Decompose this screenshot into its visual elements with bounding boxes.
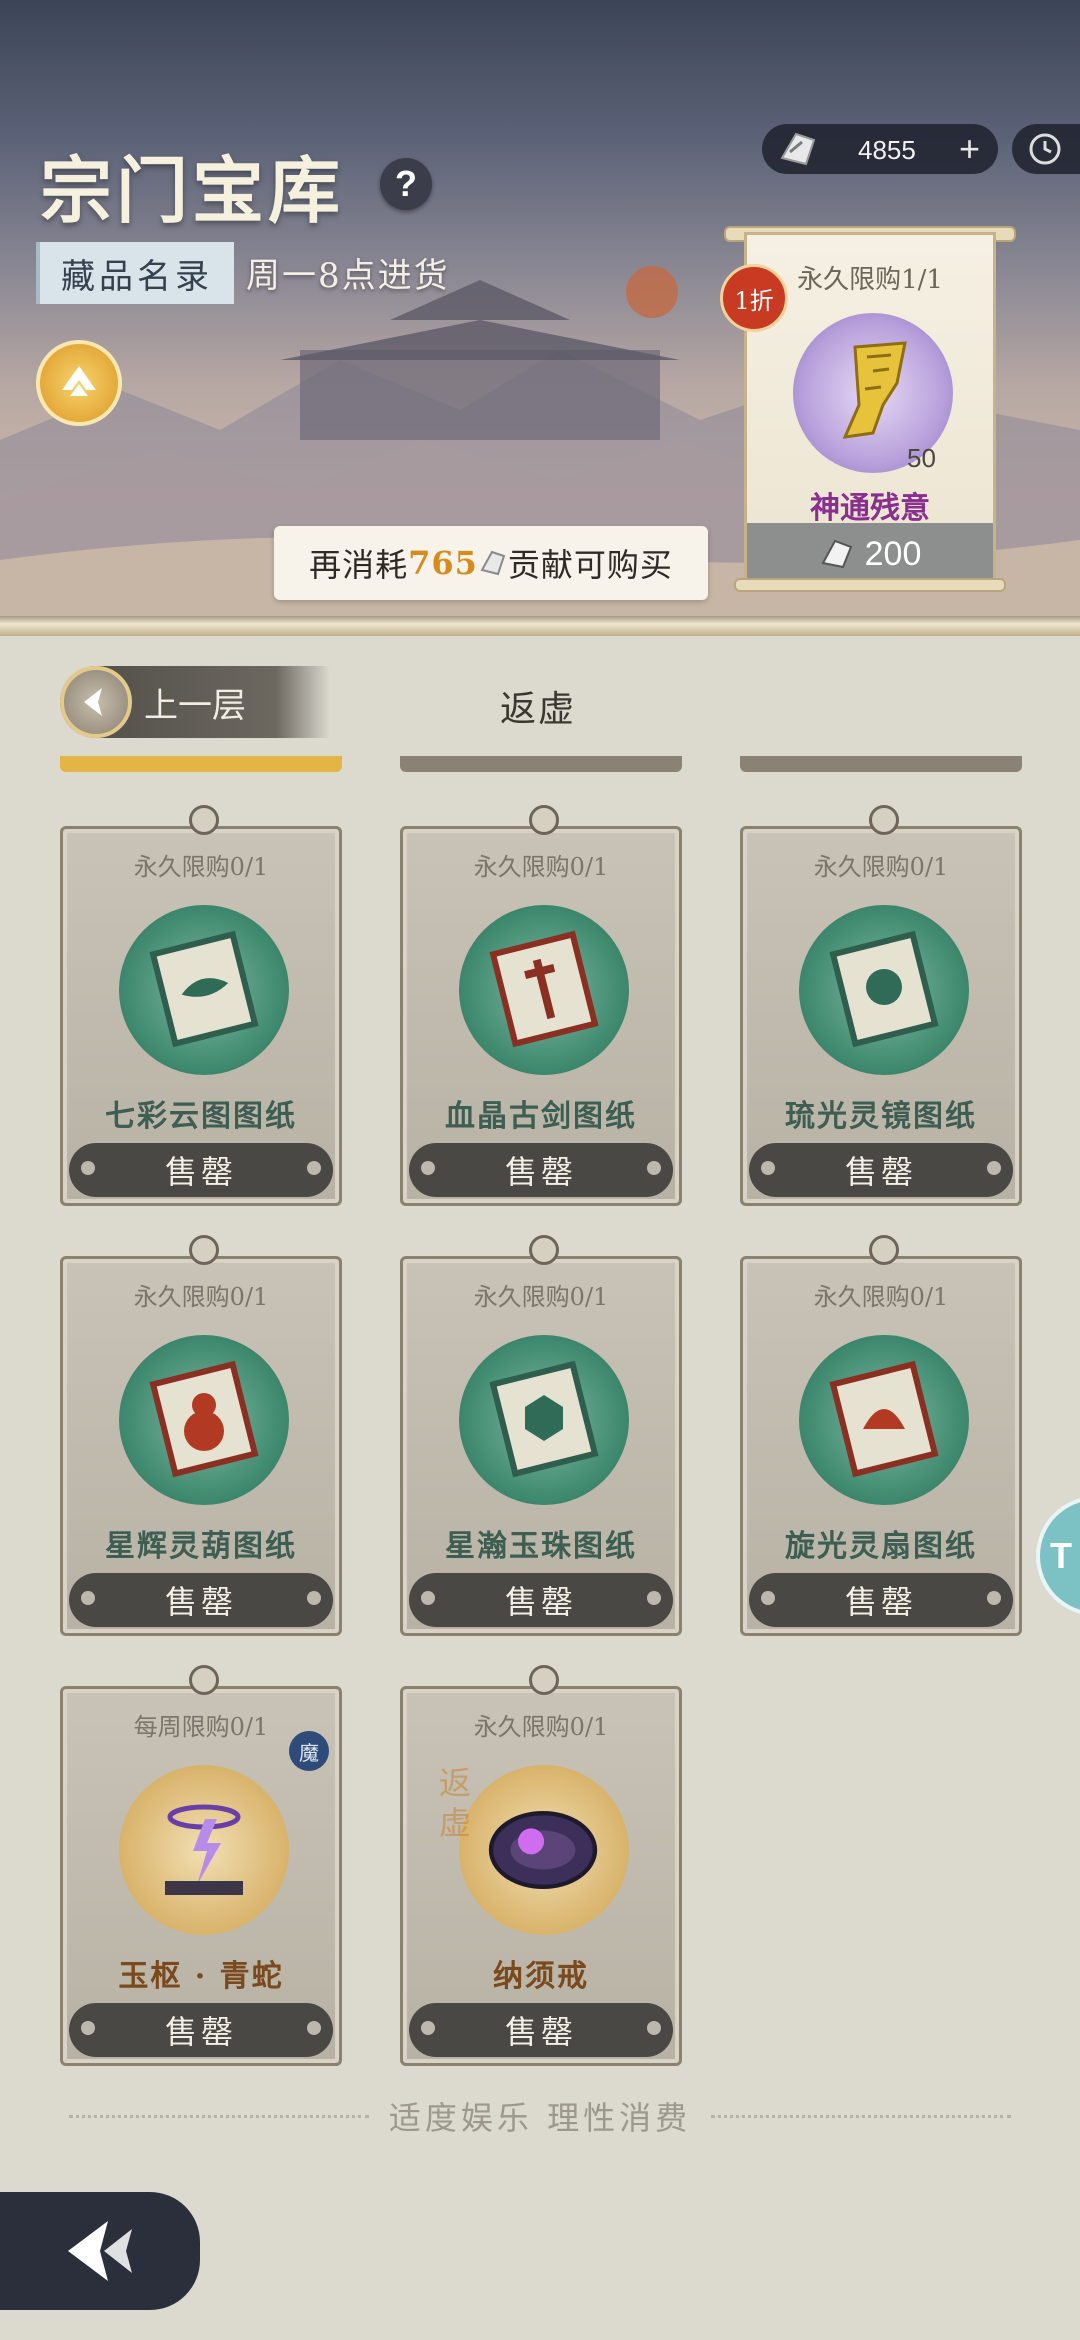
clock-icon (1029, 133, 1061, 165)
arrow-up-icon (62, 366, 96, 396)
item-card[interactable]: 每周限购0/1 魔 玉枢 · 青蛇 售罄 (60, 1665, 342, 2066)
item-card[interactable]: 永久限购0/1 血晶古剑图纸 售罄 (400, 805, 682, 1206)
item-name: 玉枢 · 青蛇 (118, 1959, 284, 1994)
previous-row-edge (400, 756, 682, 772)
card-hook (189, 1665, 219, 1695)
item-card[interactable]: 永久限购0/1 返虚 纳须戒 售罄 (400, 1665, 682, 2066)
store-header: 宗门宝库 ? 藏品名录 周一8点进货 4855 + 再消耗 765 贡献可购买 … (0, 0, 1080, 620)
contribution-currency: 4855 + (762, 124, 998, 174)
card-hook (529, 805, 559, 835)
back-arrow-icon (60, 666, 132, 738)
sold-out-button[interactable]: 售罄 (409, 1573, 673, 1627)
item-list-panel: 上一层 返虚 永久限购0/1 七彩云图图纸 售罄 永久限购0/1 血晶古剑图纸 … (0, 636, 1080, 2340)
responsible-gaming-notice: 适度娱乐 理性消费 (0, 2096, 1080, 2137)
card-hook (869, 805, 899, 835)
purchase-limit: 永久限购0/1 (133, 1283, 269, 1311)
realm-watermark: 返虚 (439, 1764, 472, 1842)
blueprint-scroll-icon (489, 930, 599, 1048)
blueprint-scroll-icon (149, 1360, 259, 1478)
requirement-amount: 765 (408, 544, 478, 582)
card-hook (189, 1235, 219, 1265)
contribution-coin-icon (821, 539, 852, 569)
current-floor-name: 返虚 (500, 689, 577, 730)
card-hook (529, 1665, 559, 1695)
contribution-coin-icon (480, 550, 506, 576)
previous-row-edge (60, 756, 342, 772)
page-title: 宗门宝库 (40, 148, 345, 233)
purchase-limit: 永久限购0/1 (813, 853, 949, 881)
previous-floor-label: 上一层 (144, 685, 246, 726)
discount-badge: 1折 (720, 264, 788, 332)
purchase-requirement-banner: 再消耗 765 贡献可购买 (274, 526, 708, 600)
item-name: 七彩云图图纸 (105, 1099, 297, 1134)
previous-row-edge (740, 756, 1022, 772)
blueprint-scroll-icon (829, 1360, 939, 1478)
back-button[interactable] (0, 2192, 200, 2310)
item-name: 星辉灵葫图纸 (105, 1529, 297, 1564)
storage-ring-icon (488, 1811, 598, 1889)
item-name: 纳须戒 (493, 1959, 589, 1994)
item-name: 旋光灵扇图纸 (785, 1529, 977, 1564)
item-name: 血晶古剑图纸 (445, 1099, 637, 1134)
back-arrow-icon (68, 2221, 132, 2281)
requirement-suffix: 贡献可购买 (507, 546, 673, 584)
featured-name: 神通残意 (810, 491, 930, 526)
purchase-limit: 永久限购0/1 (133, 853, 269, 881)
item-card[interactable]: 永久限购0/1 琉光灵镜图纸 售罄 (740, 805, 1022, 1206)
history-button[interactable] (1012, 124, 1080, 174)
purchase-limit: 永久限购0/1 (473, 853, 609, 881)
item-card[interactable]: 永久限购0/1 旋光灵扇图纸 售罄 (740, 1235, 1022, 1636)
blueprint-scroll-icon (489, 1360, 599, 1478)
item-name: 琉光灵镜图纸 (785, 1099, 977, 1134)
item-card[interactable]: 永久限购0/1 七彩云图图纸 售罄 (60, 805, 342, 1206)
blueprint-scroll-icon (149, 930, 259, 1048)
item-name: 星瀚玉珠图纸 (445, 1529, 637, 1564)
sold-out-button[interactable]: 售罄 (69, 2003, 333, 2057)
currency-amount: 4855 (858, 135, 916, 165)
blueprint-scroll-icon (829, 930, 939, 1048)
sold-out-button[interactable]: 售罄 (409, 2003, 673, 2057)
featured-quantity: 50 (907, 443, 936, 473)
purchase-limit: 永久限购0/1 (813, 1283, 949, 1311)
sold-out-button[interactable]: 售罄 (749, 1573, 1013, 1627)
help-button[interactable]: ? (380, 158, 432, 210)
header-divider (0, 616, 1080, 636)
sold-out-button[interactable]: 售罄 (69, 1573, 333, 1627)
purchase-limit: 永久限购0/1 (473, 1283, 609, 1311)
sold-out-button[interactable]: 售罄 (69, 1143, 333, 1197)
lightning-technique-icon (165, 1804, 243, 1895)
item-card[interactable]: 永久限购0/1 星瀚玉珠图纸 售罄 (400, 1235, 682, 1636)
catalog-button[interactable]: 藏品名录 (36, 242, 234, 304)
floor-up-button[interactable] (36, 340, 122, 426)
card-hook (529, 1235, 559, 1265)
restock-schedule: 周一8点进货 (246, 256, 450, 296)
demon-badge: 魔 (289, 1731, 329, 1771)
featured-price: 200 (864, 534, 922, 573)
featured-buy-button[interactable]: 200 (747, 523, 993, 585)
sold-out-button[interactable]: 售罄 (409, 1143, 673, 1197)
add-currency-button[interactable]: + (959, 128, 980, 170)
sold-out-button[interactable]: 售罄 (749, 1143, 1013, 1197)
item-card[interactable]: 永久限购0/1 星辉灵葫图纸 售罄 (60, 1235, 342, 1636)
scroll-rod (734, 578, 1006, 592)
purchase-limit: 永久限购0/1 (473, 1713, 609, 1741)
requirement-prefix: 再消耗 (309, 546, 409, 584)
card-hook (869, 1235, 899, 1265)
card-hook (189, 805, 219, 835)
contribution-coin-icon (780, 132, 816, 166)
previous-floor-button[interactable]: 上一层 (60, 666, 330, 738)
